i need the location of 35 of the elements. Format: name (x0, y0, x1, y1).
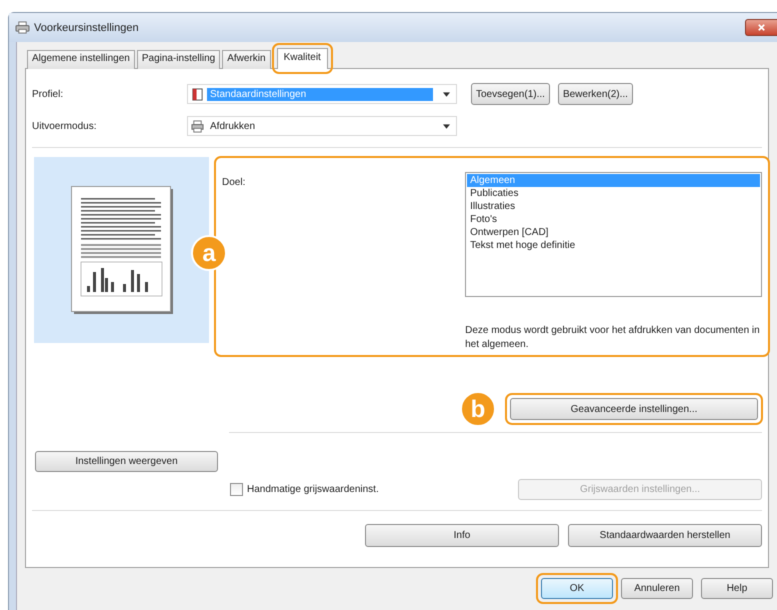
caret-icon (443, 124, 450, 128)
tab[interactable]: Pagina-instelling (136, 50, 220, 69)
dialog-button[interactable]: Annuleren (621, 578, 693, 599)
tab[interactable]: Algemene instellingen (27, 50, 135, 69)
output-mode-dropdown[interactable]: Afdrukken (187, 116, 457, 136)
profile-button[interactable]: Bewerken(2)... (558, 83, 633, 105)
field-label: Profiel: (32, 88, 64, 100)
advanced-settings-button[interactable]: Geavanceerde instellingen... (510, 398, 758, 420)
window-title: Voorkeursinstellingen (34, 22, 139, 34)
close-button[interactable] (745, 19, 777, 36)
close-icon (757, 23, 766, 32)
printer-icon (191, 120, 204, 132)
list-item[interactable]: Ontwerpen [CAD] (467, 226, 760, 239)
manual-shading-checkbox[interactable]: Handmatige grijswaardeninst. (230, 482, 379, 496)
profile-button[interactable]: Toevsegen(1)... (471, 83, 550, 105)
goal-listbox[interactable]: Algemeen Publicaties Illustraties Foto's Ontwerpen [CAD] Tekst met hoge definitie (465, 172, 762, 297)
field-label: Doel: (222, 177, 246, 190)
description-text: Deze modus wordt gebruikt voor het afdrukken van documenten in het algemeen. (465, 324, 761, 352)
tab[interactable]: Afwerkin (222, 50, 271, 69)
show-settings-button[interactable]: Instellingen weergeven (35, 451, 218, 472)
footer-button[interactable]: Info (365, 524, 559, 547)
field-label: Uitvoermodus: (32, 120, 98, 132)
list-item[interactable]: Illustraties (467, 200, 760, 213)
printer-icon (15, 21, 30, 34)
list-item[interactable]: Publicaties (467, 187, 760, 200)
dialog-button[interactable]: Help (701, 578, 773, 599)
caret-icon (443, 92, 450, 96)
list-item[interactable]: Tekst met hoge definitie (467, 239, 760, 252)
list-item[interactable]: Foto's (467, 213, 760, 226)
callout-badge: a (191, 235, 227, 271)
document-icon (191, 88, 204, 100)
tab[interactable]: Kwaliteit (276, 48, 328, 69)
dialog-button[interactable]: OK (541, 578, 613, 599)
callout-badge: b (460, 391, 496, 427)
footer-button[interactable]: Standaardwaarden herstellen (568, 524, 762, 547)
